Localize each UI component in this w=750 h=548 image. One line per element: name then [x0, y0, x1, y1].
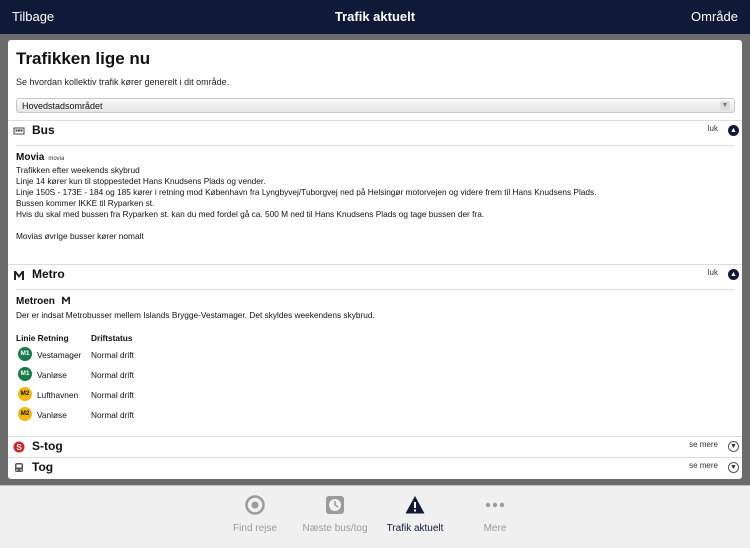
traffic-panel: Trafikken lige nu Se hvordan kollektiv t…	[8, 40, 742, 479]
see-more-link-tog[interactable]: se mere	[689, 461, 718, 470]
direction-cell: Lufthavnen	[37, 390, 79, 400]
message-line: Movias øvrige busser kører nomalt	[16, 231, 144, 241]
bus-message: Trafikken efter weekends skybrud Linje 1…	[16, 165, 596, 242]
operator-title-movia: Movia movia	[16, 152, 64, 163]
section-header-metro[interactable]: Metro luk ▲	[8, 265, 742, 285]
movia-logo: movia	[48, 156, 65, 162]
table-row: M2 Vanløse Normal drift	[16, 407, 216, 425]
section-label-bus: Bus	[32, 123, 55, 137]
section-header-bus[interactable]: Bus luk ▲	[8, 121, 742, 141]
tab-find-rejse[interactable]: Find rejse	[210, 486, 300, 548]
table-header-status: Driftstatus	[91, 333, 133, 343]
tab-label: Trafik aktuelt	[386, 523, 444, 534]
s-train-icon: S	[13, 441, 25, 453]
tab-label: Find rejse	[233, 523, 277, 534]
collapse-link-metro[interactable]: luk	[708, 268, 718, 277]
divider	[16, 145, 734, 146]
area-button[interactable]: Område	[691, 9, 738, 24]
message-line: Trafikken efter weekends skybrud	[16, 165, 140, 175]
table-row: M2 Lufthavnen Normal drift	[16, 387, 216, 405]
direction-cell: Vestamager	[37, 350, 82, 360]
collapse-link-bus[interactable]: luk	[708, 124, 718, 133]
line-badge-m2: M2	[18, 407, 32, 421]
chevron-down-icon[interactable]: ▼	[728, 441, 739, 452]
message-line: Bussen kommer IKKE til Ryparken st.	[16, 198, 155, 208]
chevron-down-icon[interactable]: ▼	[728, 462, 739, 473]
page-intro: Se hvordan kollektiv trafik kører genere…	[16, 77, 230, 87]
table-header-line-direction: Linie Retning	[16, 333, 69, 343]
svg-text:S: S	[16, 443, 22, 452]
see-more-link-stog[interactable]: se mere	[689, 440, 718, 449]
metro-icon	[61, 296, 70, 304]
operator-name: Metroen	[16, 296, 55, 307]
status-cell: Normal drift	[91, 410, 134, 420]
table-row: M1 Vestamager Normal drift	[16, 347, 216, 365]
warning-icon	[405, 496, 425, 514]
bus-icon	[13, 127, 25, 135]
more-dots-icon	[485, 502, 505, 508]
section-header-tog[interactable]: Tog se mere ▼	[8, 458, 742, 478]
operator-name: Movia	[16, 152, 45, 163]
direction-cell: Vanløse	[37, 370, 67, 380]
tab-label: Næste bus/tog	[302, 523, 368, 534]
message-gap	[16, 220, 596, 231]
section-label-stog: S-tog	[32, 439, 63, 453]
section-label-tog: Tog	[32, 460, 54, 474]
chevron-up-icon[interactable]: ▲	[728, 125, 739, 136]
status-cell: Normal drift	[91, 350, 134, 360]
table-row: M1 Vanløse Normal drift	[16, 367, 216, 385]
bottom-tab-bar: Find rejse Næste bus/tog Trafik aktuelt …	[0, 485, 750, 548]
section-label-metro: Metro	[32, 267, 65, 281]
nav-title: Trafik aktuelt	[334, 9, 416, 24]
page-title: Trafikken lige nu	[16, 49, 151, 68]
message-line: Linje 14 kører kun til stoppestedet Hans…	[16, 176, 266, 186]
region-select[interactable]: Hovedstadsområdet ▼	[16, 98, 735, 113]
status-cell: Normal drift	[91, 390, 134, 400]
operator-title-metro: Metroen	[16, 296, 71, 307]
chevron-down-icon: ▼	[720, 101, 730, 111]
section-header-stog[interactable]: S S-tog se mere ▼	[8, 437, 742, 457]
metro-message: Der er indsat Metrobusser mellem Islands…	[16, 310, 375, 320]
status-cell: Normal drift	[91, 370, 134, 380]
chevron-up-icon[interactable]: ▲	[728, 269, 739, 280]
line-badge-m1: M1	[18, 367, 32, 381]
tab-naeste-bus-tog[interactable]: Næste bus/tog	[290, 486, 380, 548]
tab-mere[interactable]: Mere	[450, 486, 540, 548]
train-icon	[15, 463, 23, 472]
divider	[16, 289, 734, 290]
message-line: Hvis du skal med bussen fra Ryparken st.…	[16, 209, 485, 219]
clock-icon	[326, 496, 344, 514]
tab-label: Mere	[483, 523, 507, 534]
message-line: Linje 150S - 173E - 184 og 185 kører i r…	[16, 187, 597, 197]
target-icon	[245, 495, 265, 515]
tab-trafik-aktuelt[interactable]: Trafik aktuelt	[370, 486, 460, 548]
top-nav-bar: Tilbage Trafik aktuelt Område	[0, 0, 750, 34]
line-badge-m2: M2	[18, 387, 32, 401]
direction-cell: Vanløse	[37, 410, 67, 420]
line-badge-m1: M1	[18, 347, 32, 361]
metro-icon	[14, 271, 24, 280]
region-select-value: Hovedstadsområdet	[22, 101, 103, 111]
